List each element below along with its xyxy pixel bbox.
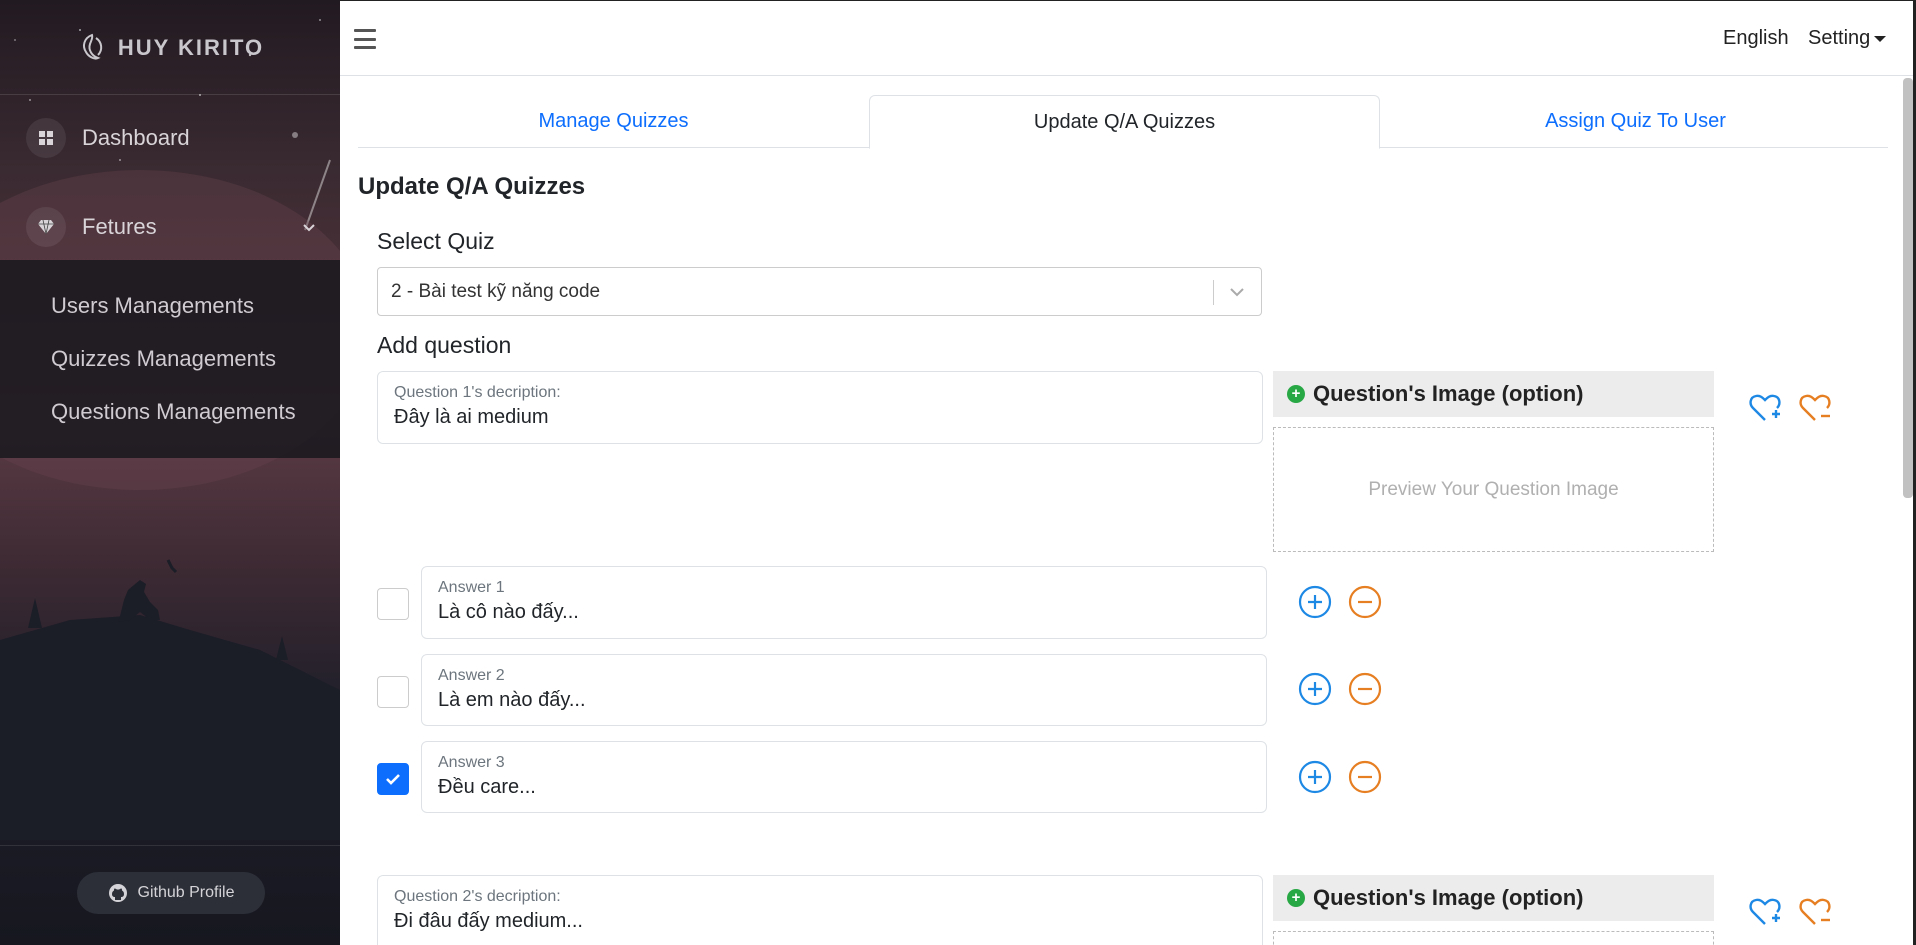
remove-question-icon[interactable]	[1798, 895, 1832, 929]
field-value: Đây là ai medium	[394, 406, 549, 428]
language-dropdown[interactable]: English	[1723, 27, 1789, 50]
brand[interactable]: HUY KIRITO	[0, 28, 340, 68]
add-answer-icon[interactable]	[1298, 672, 1332, 706]
answer-1-field[interactable]: Answer 1 Là cô nào đấy...	[421, 566, 1267, 639]
quiz-select-value: 2 - Bài test kỹ năng code	[391, 281, 601, 302]
tab-bar: Manage Quizzes Update Q/A Quizzes Assign…	[358, 95, 1891, 149]
quiz-select[interactable]: 2 - Bài test kỹ năng code	[377, 267, 1262, 316]
caret-down-icon	[1874, 35, 1887, 42]
field-value: Đi đâu đấy medium...	[394, 910, 583, 932]
github-profile-button[interactable]: Github Profile	[77, 872, 265, 914]
question-2-image-preview	[1273, 931, 1714, 945]
field-label: Answer 2	[438, 667, 505, 684]
remove-answer-icon[interactable]	[1348, 585, 1382, 619]
top-navbar: English Setting	[340, 1, 1913, 76]
page-title: Update Q/A Quizzes	[358, 173, 586, 200]
field-label: Answer 1	[438, 579, 505, 596]
github-profile-label: Github Profile	[137, 884, 235, 901]
question-1-image-upload[interactable]: + Question's Image (option)	[1273, 371, 1714, 417]
add-answer-icon[interactable]	[1298, 585, 1332, 619]
preview-placeholder: Preview Your Question Image	[1368, 478, 1619, 500]
sidebar-item-label: Fetures	[82, 214, 157, 239]
features-submenu: Users Managements Quizzes Managements Qu…	[0, 260, 340, 458]
sidebar-footer-divider	[0, 845, 340, 846]
select-quiz-label: Select Quiz	[377, 228, 495, 254]
tab-update-qa-quizzes[interactable]: Update Q/A Quizzes	[869, 95, 1380, 149]
brand-name: HUY KIRITO	[117, 35, 265, 60]
sidebar: HUY KIRITO Dashboard Fetures Users Manag…	[0, 0, 340, 945]
question-1-image-preview: Preview Your Question Image	[1273, 427, 1714, 552]
remove-question-icon[interactable]	[1798, 391, 1832, 425]
wolf-landscape-illustration	[0, 559, 340, 840]
setting-dropdown[interactable]: Setting	[1808, 27, 1887, 50]
answer-1-correct-checkbox[interactable]	[377, 588, 409, 620]
field-label: Question 2's decription:	[394, 888, 561, 905]
sidebar-item-questions[interactable]: Questions Managements	[51, 399, 296, 425]
setting-label: Setting	[1808, 27, 1871, 49]
add-question-icon[interactable]	[1748, 895, 1782, 929]
question-2-description-field[interactable]: Question 2's decription: Đi đâu đấy medi…	[377, 875, 1263, 945]
add-image-icon: +	[1287, 889, 1305, 907]
sidebar-divider	[0, 94, 340, 95]
scrollbar[interactable]	[1903, 78, 1913, 498]
sidebar-item-dashboard[interactable]: Dashboard	[26, 118, 190, 158]
add-answer-icon[interactable]	[1298, 760, 1332, 794]
hamburger-menu-icon[interactable]	[354, 29, 376, 49]
answer-2-field[interactable]: Answer 2 Là em nào đấy...	[421, 654, 1267, 726]
main-content: English Setting Manage Quizzes Update Q/…	[340, 0, 1916, 945]
add-question-icon[interactable]	[1748, 391, 1782, 425]
sidebar-item-features[interactable]: Fetures	[26, 207, 157, 247]
dashboard-icon	[26, 118, 66, 158]
logo-icon	[82, 33, 102, 60]
checkmark-icon	[386, 774, 400, 785]
remove-answer-icon[interactable]	[1348, 672, 1382, 706]
image-upload-label: Question's Image (option)	[1313, 381, 1584, 406]
diamond-icon	[26, 207, 66, 247]
select-separator	[1213, 280, 1214, 305]
question-1-description-field[interactable]: Question 1's decription: Đây là ai mediu…	[377, 371, 1263, 444]
chevron-down-icon[interactable]	[1225, 280, 1249, 304]
question-2-image-upload[interactable]: + Question's Image (option)	[1273, 875, 1714, 921]
field-value: Là cô nào đấy...	[438, 601, 579, 623]
sidebar-item-label: Dashboard	[82, 125, 190, 150]
chevron-down-icon[interactable]	[302, 220, 316, 236]
field-value: Là em nào đấy...	[438, 689, 586, 711]
field-label: Question 1's decription:	[394, 384, 561, 401]
remove-answer-icon[interactable]	[1348, 760, 1382, 794]
tab-assign-quiz[interactable]: Assign Quiz To User	[1380, 95, 1891, 148]
add-image-icon: +	[1287, 385, 1305, 403]
field-value: Đều care...	[438, 776, 536, 798]
add-question-label: Add question	[377, 332, 512, 358]
field-label: Answer 3	[438, 754, 505, 771]
answer-3-correct-checkbox[interactable]	[377, 763, 409, 795]
image-upload-label: Question's Image (option)	[1313, 885, 1584, 910]
sidebar-item-users[interactable]: Users Managements	[51, 293, 254, 319]
tab-manage-quizzes[interactable]: Manage Quizzes	[358, 95, 869, 148]
answer-3-field[interactable]: Answer 3 Đều care...	[421, 741, 1267, 813]
answer-2-correct-checkbox[interactable]	[377, 676, 409, 708]
github-icon	[108, 884, 127, 902]
sidebar-item-quizzes[interactable]: Quizzes Managements	[51, 346, 276, 372]
